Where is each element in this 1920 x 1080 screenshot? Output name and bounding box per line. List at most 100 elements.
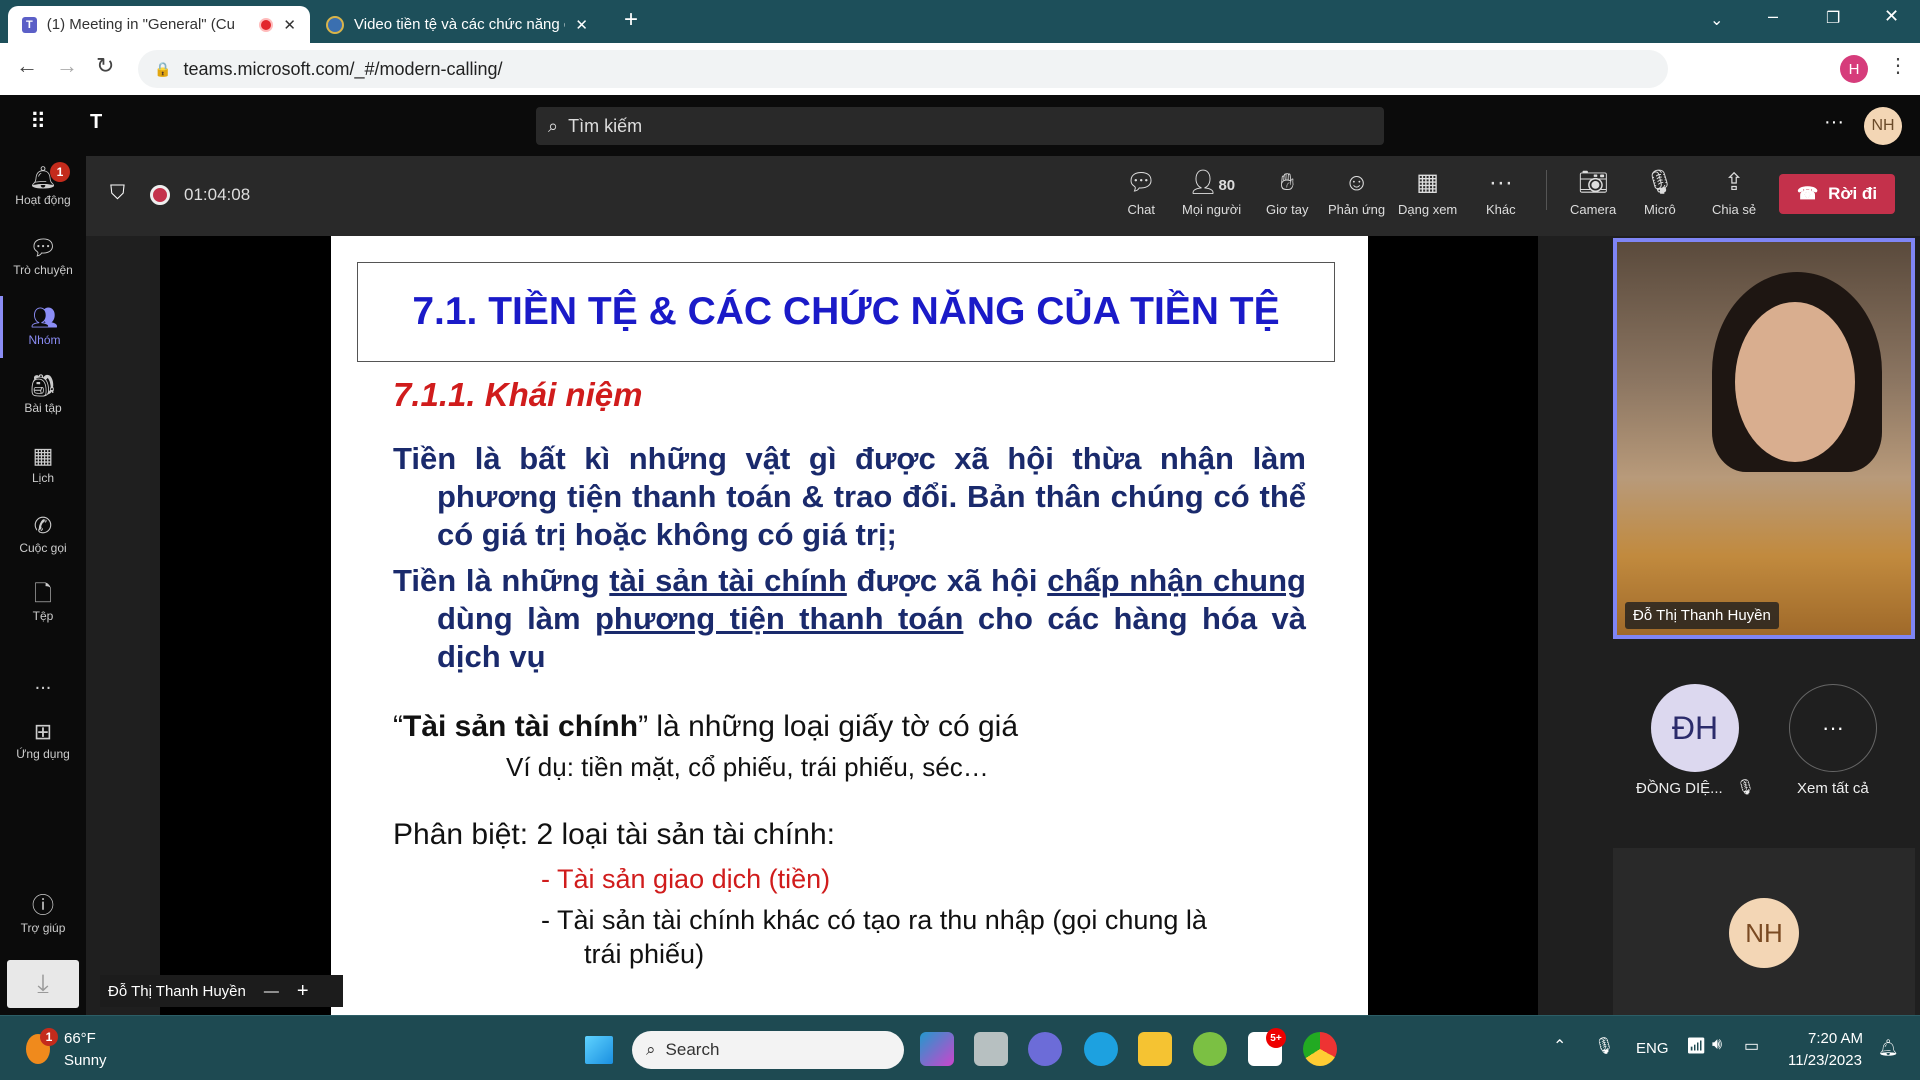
file-explorer-icon[interactable] bbox=[1138, 1032, 1172, 1066]
rail-calls[interactable]: ✆ Cuộc gọi bbox=[0, 504, 86, 566]
tab-teams-meeting[interactable]: T (1) Meeting in "General" (Cu ✕ bbox=[8, 6, 310, 43]
mic-button[interactable]: 🎙︎ Micrô bbox=[1644, 169, 1676, 218]
leave-button[interactable]: ☎ Rời đi bbox=[1779, 174, 1895, 214]
clock-time[interactable]: 7:20 AM bbox=[1808, 1030, 1863, 1047]
rail-apps[interactable]: ⊞ Ứng dụng bbox=[0, 710, 86, 772]
person-icon: 👤︎80 bbox=[1187, 169, 1236, 196]
mic-off-icon: 🎙︎ bbox=[1644, 169, 1676, 196]
chat-icon: 💬︎ bbox=[1126, 169, 1157, 196]
minimize-icon[interactable]: – bbox=[1768, 6, 1778, 27]
tray-chevron-icon[interactable]: ⌃ bbox=[1553, 1036, 1566, 1056]
label: Giơ tay bbox=[1266, 202, 1309, 217]
address-bar-row: ← → ↻ 🔒 teams.microsoft.com/_#/modern-ca… bbox=[0, 43, 1920, 95]
participant-avatar[interactable]: ĐH bbox=[1651, 684, 1739, 772]
teams-group-icon: 👥︎ bbox=[30, 305, 59, 330]
self-avatar: NH bbox=[1729, 898, 1799, 968]
view-button[interactable]: ▦ Dạng xem bbox=[1398, 169, 1458, 218]
presenter-video[interactable]: Đỗ Thị Thanh Huyền bbox=[1613, 238, 1915, 639]
url-text: teams.microsoft.com/_#/modern-calling/ bbox=[183, 58, 503, 79]
list-item-2: - Tài sản tài chính khác có tạo ra thu n… bbox=[541, 905, 1207, 935]
tab-title: Video tiền tệ và các chức năng c bbox=[354, 16, 566, 33]
app-launcher-icon[interactable]: ⠿ bbox=[30, 109, 46, 135]
close-window-icon[interactable]: ✕ bbox=[1884, 6, 1899, 27]
coccoc-icon[interactable] bbox=[1193, 1032, 1227, 1066]
chat-icon: 💬︎ bbox=[29, 235, 57, 260]
rail-activity[interactable]: 🔔︎ Hoạt động 1 bbox=[0, 156, 86, 218]
distinguish: Phân biệt: 2 loại tài sản tài chính: bbox=[393, 818, 835, 851]
rail-label: Ứng dụng bbox=[16, 747, 70, 761]
forward-icon[interactable]: → bbox=[56, 53, 78, 79]
notification-bell-icon[interactable]: 🔔︎ bbox=[1878, 1038, 1898, 1058]
tab-video[interactable]: Video tiền tệ và các chức năng c ✕ bbox=[312, 6, 602, 43]
tab-search-icon[interactable]: ⌄ bbox=[1710, 10, 1723, 30]
mic-icon[interactable]: 🎙︎ bbox=[1594, 1036, 1614, 1056]
restore-icon[interactable]: ❐ bbox=[1826, 8, 1840, 28]
self-tile[interactable]: NH bbox=[1613, 848, 1915, 1015]
slide-title: 7.1. TIỀN TỆ & CÁC CHỨC NĂNG CỦA TIỀN TỆ bbox=[357, 262, 1335, 362]
people-button[interactable]: 👤︎80 Mọi người bbox=[1182, 169, 1242, 218]
rail-chat[interactable]: 💬︎ Trò chuyện bbox=[0, 226, 86, 288]
rail-teams[interactable]: 👥︎ Nhóm bbox=[0, 296, 86, 358]
menu-icon[interactable]: ⋮ bbox=[1888, 53, 1908, 78]
battery-icon[interactable]: ▭ bbox=[1744, 1036, 1759, 1056]
edge-icon[interactable] bbox=[1084, 1032, 1118, 1066]
rail-assignments[interactable]: 🎒︎ Bài tập bbox=[0, 364, 86, 426]
divider bbox=[1546, 170, 1547, 210]
back-icon[interactable]: ← bbox=[16, 53, 38, 79]
hand-icon: ✋︎ bbox=[1280, 169, 1295, 196]
presenter-bar: Đỗ Thị Thanh Huyền — + bbox=[100, 975, 343, 1007]
video-name-label: Đỗ Thị Thanh Huyền bbox=[1625, 602, 1779, 629]
react-button[interactable]: ☺ Phản ứng bbox=[1328, 169, 1386, 218]
rail-files[interactable]: 🗋 Tệp bbox=[0, 572, 86, 634]
user-avatar[interactable]: NH bbox=[1864, 107, 1902, 145]
label: Chat bbox=[1127, 202, 1155, 217]
teams-chat-icon[interactable] bbox=[1028, 1032, 1062, 1066]
download-app-button[interactable]: ⤓ bbox=[7, 960, 79, 1008]
video-face bbox=[1735, 302, 1855, 462]
volume-icon[interactable]: 🔊︎ bbox=[1712, 1036, 1722, 1054]
smile-icon: ☺ bbox=[1344, 169, 1369, 196]
label: Chia sẻ bbox=[1712, 202, 1757, 217]
url-input[interactable]: 🔒 teams.microsoft.com/_#/modern-calling/ bbox=[138, 50, 1668, 88]
clock-date[interactable]: 11/23/2023 bbox=[1788, 1052, 1862, 1069]
more-button[interactable]: ··· Khác bbox=[1486, 170, 1516, 218]
view-all-button[interactable]: ··· bbox=[1789, 684, 1877, 772]
participant-name: ĐỒNG DIỆ... bbox=[1636, 780, 1723, 797]
label: Phản ứng bbox=[1328, 202, 1386, 217]
participant-count: 80 bbox=[1218, 177, 1236, 194]
copilot-icon[interactable] bbox=[920, 1032, 954, 1066]
rail-more[interactable]: ... bbox=[0, 652, 86, 714]
meeting-toolbar: ⛉ 01:04:08 💬︎ Chat 👤︎80 Mọi người ✋︎ Giơ ta… bbox=[86, 156, 1920, 236]
close-tab-icon[interactable]: ✕ bbox=[283, 16, 296, 34]
tab-title: (1) Meeting in "General" (Cu bbox=[46, 16, 235, 33]
profile-avatar[interactable]: H bbox=[1840, 55, 1868, 83]
language-indicator[interactable]: ENG bbox=[1636, 1040, 1669, 1057]
list-item-2-cont: trái phiếu) bbox=[584, 939, 705, 969]
layout-icon: ▦ bbox=[1416, 169, 1439, 196]
lock-icon: 🔒 bbox=[154, 60, 172, 77]
weather-text: Sunny bbox=[64, 1052, 107, 1069]
reload-icon[interactable]: ↻ bbox=[96, 53, 114, 79]
taskbar-search[interactable]: ⌕ Search bbox=[632, 1031, 904, 1069]
taskbar: 1 66°F Sunny ⌕ Search 5+ ⌃ 🎙︎ ENG 📶︎ 🔊︎ ▭… bbox=[0, 1015, 1920, 1080]
raise-hand-button[interactable]: ✋︎ Giơ tay bbox=[1266, 169, 1309, 218]
rail-help[interactable]: ⓘ Trợ giúp bbox=[0, 884, 86, 946]
wifi-icon[interactable]: 📶︎ bbox=[1686, 1036, 1706, 1056]
share-button[interactable]: ⇪ Chia sẻ bbox=[1712, 170, 1757, 218]
chat-button[interactable]: 💬︎ Chat bbox=[1126, 169, 1157, 218]
start-icon[interactable] bbox=[585, 1036, 613, 1064]
label: Dạng xem bbox=[1398, 202, 1458, 217]
chrome-icon[interactable] bbox=[1303, 1032, 1337, 1066]
new-tab-button[interactable]: + bbox=[624, 6, 638, 34]
rail-calendar[interactable]: ▦ Lịch bbox=[0, 434, 86, 496]
task-view-icon[interactable] bbox=[974, 1032, 1008, 1066]
more-icon[interactable]: ··· bbox=[1824, 111, 1844, 134]
view-all-label: Xem tất cả bbox=[1797, 780, 1869, 797]
zoom-out-button[interactable]: — bbox=[264, 983, 279, 1000]
search-input[interactable]: ⌕ Tìm kiếm bbox=[536, 107, 1384, 145]
camera-button[interactable]: 📷︎ Camera bbox=[1570, 170, 1616, 218]
zoom-in-button[interactable]: + bbox=[297, 980, 309, 1003]
label: Mọi người bbox=[1182, 202, 1242, 217]
close-tab-icon[interactable]: ✕ bbox=[575, 16, 588, 34]
apps-icon: ⊞ bbox=[33, 719, 53, 744]
